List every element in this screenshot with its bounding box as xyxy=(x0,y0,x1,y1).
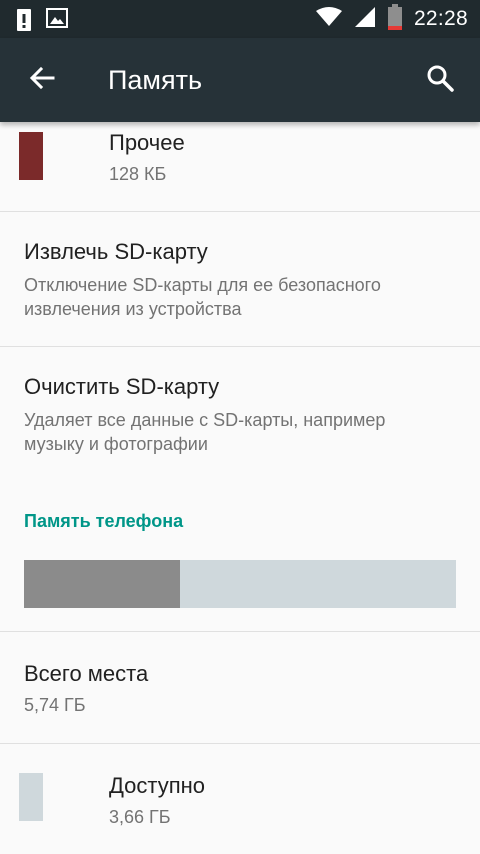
storage-usage-bar xyxy=(24,560,456,608)
image-notification-icon xyxy=(46,7,68,35)
erase-sd-button[interactable]: Очистить SD-карту Удаляет все данные с S… xyxy=(0,347,480,487)
search-button[interactable] xyxy=(420,60,460,100)
notification-icons xyxy=(16,7,68,35)
alert-icon xyxy=(16,7,32,35)
signal-icon xyxy=(354,6,376,32)
system-icons: 22:28 xyxy=(315,0,468,38)
wifi-icon xyxy=(315,7,342,31)
battery-icon xyxy=(387,4,402,34)
erase-sd-summary-line1: Удаляет все данные с SD-карты, например xyxy=(24,410,386,430)
available-title: Доступно xyxy=(109,773,206,798)
clock: 22:28 xyxy=(413,7,468,30)
list-item-other[interactable]: Прочее 128 КБ xyxy=(0,122,480,211)
eject-sd-button[interactable]: Извлечь SD-карту Отключение SD-карты для… xyxy=(0,212,480,346)
other-title: Прочее xyxy=(109,130,185,155)
total-title: Всего места xyxy=(24,661,149,686)
eject-sd-summary-line2: извлечения из устройства xyxy=(24,299,242,319)
app-bar: Память xyxy=(0,38,480,122)
eject-sd-summary-line1: Отключение SD-карты для ее безопасного xyxy=(24,275,381,295)
status-bar: 22:28 xyxy=(0,0,480,38)
erase-sd-title: Очистить SD-карту xyxy=(24,374,220,399)
page-title: Память xyxy=(108,65,203,95)
other-value: 128 КБ xyxy=(109,164,167,184)
back-button[interactable] xyxy=(22,60,62,100)
eject-sd-title: Извлечь SD-карту xyxy=(24,239,208,264)
available-color-swatch xyxy=(19,773,43,821)
arrow-back-icon xyxy=(29,66,55,94)
storage-used-segment xyxy=(24,560,180,608)
available-value: 3,66 ГБ xyxy=(109,807,171,827)
total-value: 5,74 ГБ xyxy=(24,695,86,715)
list-item-available[interactable]: Доступно 3,66 ГБ xyxy=(0,744,480,854)
list-item-total[interactable]: Всего места 5,74 ГБ xyxy=(0,632,480,743)
search-icon xyxy=(426,64,454,96)
other-color-swatch xyxy=(19,132,43,180)
phone-storage-header: Память телефона xyxy=(24,511,184,531)
erase-sd-summary-line2: музыку и фотографии xyxy=(24,434,208,454)
